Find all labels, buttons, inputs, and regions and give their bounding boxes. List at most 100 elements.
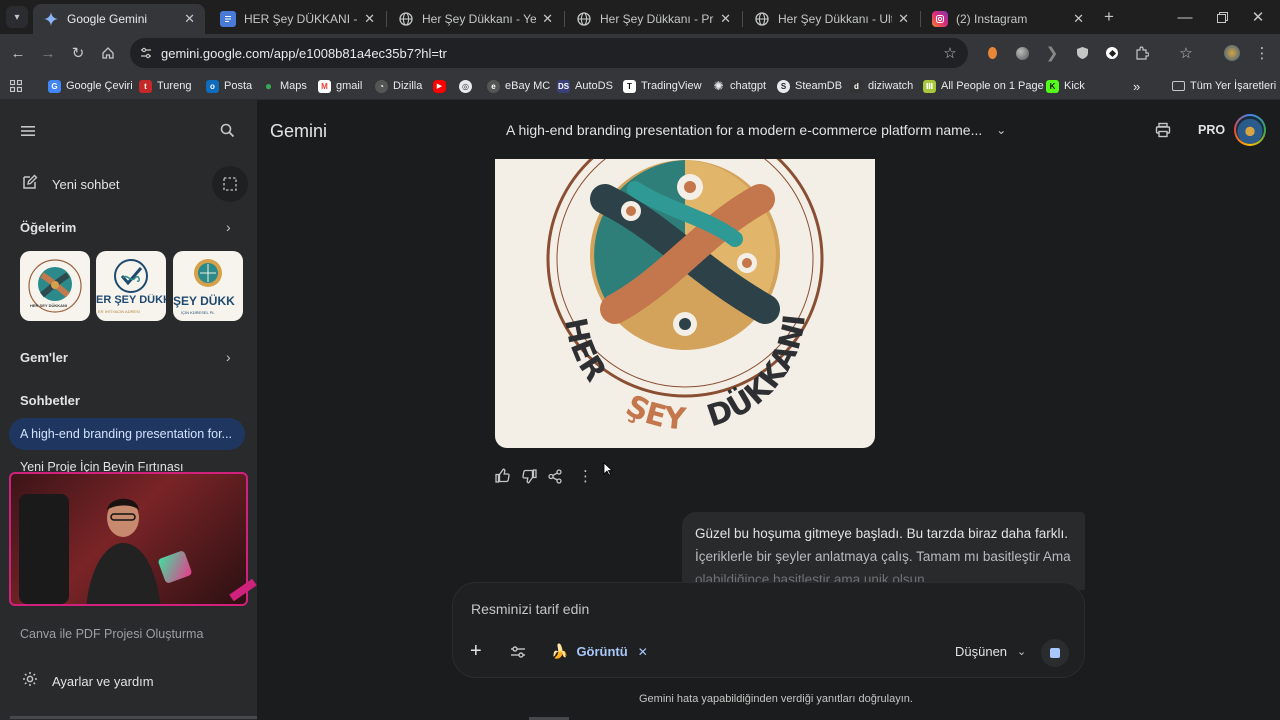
dizilla-icon: ◔: [375, 79, 388, 93]
thumb-text: HER ŞEY DÜKKANI: [30, 303, 68, 308]
extension-sphere-icon[interactable]: [1011, 42, 1033, 64]
tab-search-chevron-icon[interactable]: ▾: [6, 6, 28, 28]
app-name[interactable]: Gemini: [270, 121, 327, 142]
close-tab-icon[interactable]: ✕: [184, 11, 195, 27]
reload-icon[interactable]: ↻: [67, 42, 89, 64]
apps-grid-icon[interactable]: [5, 75, 27, 97]
instagram-icon: [932, 11, 948, 27]
chat-item[interactable]: Canva ile PDF Projesi Oluşturma: [20, 627, 203, 641]
svg-text:HER: HER: [557, 315, 613, 388]
new-chat-button[interactable]: Yeni sohbet: [14, 170, 204, 198]
bookmark-youtube[interactable]: ▶: [433, 77, 451, 95]
tab-yeni-kon[interactable]: Her Şey Dükkanı - Yeni Kon ✕: [388, 4, 563, 34]
extension-shield-icon[interactable]: [1071, 42, 1093, 64]
user-message-line: İçeriklerle bir şeyler anlatmaya çalış. …: [695, 549, 1071, 564]
search-icon[interactable]: [220, 123, 235, 143]
bookmark-chatgpt[interactable]: ✺ chatgpt: [712, 77, 766, 95]
minimize-icon[interactable]: —: [1174, 6, 1196, 28]
remove-chip-icon[interactable]: ✕: [638, 645, 648, 659]
webcam-chair: [19, 494, 69, 604]
user-message-line: Güzel bu hoşuma gitmeye başladı. Bu tarz…: [695, 526, 1068, 541]
print-icon[interactable]: [1155, 122, 1171, 143]
extensions-puzzle-icon[interactable]: [1131, 42, 1153, 64]
thumbs-down-icon[interactable]: [522, 469, 537, 489]
chevron-right-icon[interactable]: ›: [226, 219, 231, 235]
bookmark-steamdb[interactable]: S SteamDB: [777, 77, 842, 95]
conversation-title-dropdown[interactable]: A high-end branding presentation for a m…: [506, 122, 1006, 138]
chat-item-active[interactable]: A high-end branding presentation for...: [9, 418, 245, 450]
extension-orange-icon[interactable]: [981, 42, 1003, 64]
prompt-input[interactable]: Resminizi tarif edin: [471, 601, 1061, 623]
my-items-heading[interactable]: Öğelerim: [20, 220, 76, 235]
tab-divider: [386, 11, 387, 27]
extension-arrow-icon[interactable]: ❯: [1041, 42, 1063, 64]
temporary-chat-icon[interactable]: [212, 166, 248, 202]
close-tab-icon[interactable]: ✕: [1073, 11, 1084, 27]
globe-icon: [576, 11, 592, 27]
tab-premium[interactable]: Her Şey Dükkanı - Premium ✕: [566, 4, 741, 34]
forward-icon[interactable]: →: [37, 42, 59, 64]
model-mode-selector[interactable]: Düşünen ⌄: [955, 644, 1026, 659]
tab-google-gemini[interactable]: Google Gemini ✕: [33, 4, 205, 34]
add-attachment-icon[interactable]: +: [470, 641, 482, 661]
all-bookmarks-folder[interactable]: Tüm Yer İşaretleri: [1172, 77, 1276, 95]
tools-sliders-icon[interactable]: [510, 645, 526, 664]
close-tab-icon[interactable]: ✕: [898, 11, 909, 27]
stop-generation-button[interactable]: [1041, 639, 1069, 667]
back-icon[interactable]: ←: [7, 42, 29, 64]
hamburger-menu-icon[interactable]: [21, 124, 39, 138]
image-tool-chip[interactable]: 🍌 Görüntü ✕: [551, 643, 648, 660]
bookmark-tradingview[interactable]: T TradingView: [623, 77, 702, 95]
address-bar[interactable]: gemini.google.com/app/e1008b81a4ec35b7?h…: [130, 38, 968, 68]
more-options-icon[interactable]: ⋮: [578, 467, 593, 485]
close-tab-icon[interactable]: ✕: [542, 11, 553, 27]
bookmark-openai-circle[interactable]: ◎: [459, 77, 477, 95]
bookmark-maps[interactable]: ● Maps: [262, 77, 307, 95]
bookmark-autods[interactable]: DS AutoDS: [557, 77, 613, 95]
new-tab-icon[interactable]: +: [1098, 6, 1120, 28]
bookmark-gmail[interactable]: Mgmail: [318, 77, 362, 95]
bookmark-google-ceviri[interactable]: G Google Çeviri: [48, 77, 133, 95]
tab-belge[interactable]: HER Şey DÜKKANI - Belge ✕: [210, 4, 385, 34]
diziwatch-icon: d: [850, 79, 863, 93]
bookmark-ebay-mc[interactable]: e eBay MC: [487, 77, 550, 95]
bookmark-tureng[interactable]: t Tureng: [139, 77, 191, 95]
close-tab-icon[interactable]: ✕: [364, 11, 375, 27]
home-icon[interactable]: [97, 42, 119, 64]
url-text: gemini.google.com/app/e1008b81a4ec35b7?h…: [161, 46, 447, 61]
site-info-icon[interactable]: [135, 42, 157, 64]
tradingview-icon: T: [623, 79, 636, 93]
bookmarks-manager-icon[interactable]: ☆: [1175, 42, 1197, 64]
share-icon[interactable]: [548, 469, 562, 489]
bookmark-all-people[interactable]: Ⅲ All People on 1 Page: [923, 77, 1044, 95]
extension-diamond-icon[interactable]: [1101, 42, 1123, 64]
item-thumbnail-logo-2[interactable]: ER ŞEY DÜKK ER İHTİYACIN ADRESİ: [96, 251, 166, 321]
restore-icon[interactable]: [1211, 6, 1233, 28]
bookmark-star-icon[interactable]: ☆: [939, 42, 961, 64]
bookmark-diziwatch[interactable]: d diziwatch: [850, 77, 913, 95]
user-message-bubble: Güzel bu hoşuma gitmeye başladı. Bu tarz…: [682, 512, 1085, 590]
chevron-right-icon[interactable]: ›: [226, 349, 231, 365]
more-bookmarks-icon[interactable]: »: [1133, 77, 1140, 95]
mouse-cursor-icon: [603, 462, 614, 481]
sidebar: Yeni sohbet Öğelerim › HER ŞEY DÜKKANI E…: [0, 100, 280, 720]
item-thumbnail-logo-1[interactable]: HER ŞEY DÜKKANI: [20, 251, 90, 321]
item-thumbnail-logo-3[interactable]: ŞEY DÜKK İÇİN KÜRESEL PL: [173, 251, 243, 321]
generated-image[interactable]: HER ŞEY DÜKKANI: [495, 159, 875, 448]
browser-menu-icon[interactable]: ⋮: [1251, 42, 1273, 64]
settings-button[interactable]: Ayarlar ve yardım: [14, 667, 224, 695]
close-window-icon[interactable]: ✕: [1247, 6, 1269, 28]
tab-divider: [742, 11, 743, 27]
tab-title: (2) Instagram: [956, 12, 1028, 26]
tab-ultimate[interactable]: Her Şey Dükkanı - Ultimat ✕: [744, 4, 919, 34]
bookmark-kick[interactable]: K Kick: [1046, 77, 1085, 95]
her-sey-dukkani-logo: HER ŞEY DÜKKANI: [546, 159, 824, 438]
profile-avatar[interactable]: [1221, 42, 1243, 64]
bookmark-dizilla[interactable]: ◔ Dizilla: [375, 77, 422, 95]
thumbs-up-icon[interactable]: [495, 468, 510, 488]
tab-instagram[interactable]: (2) Instagram ✕: [922, 4, 1094, 34]
bookmark-posta[interactable]: o Posta: [206, 77, 252, 95]
account-avatar[interactable]: [1234, 114, 1266, 146]
close-tab-icon[interactable]: ✕: [720, 11, 731, 27]
gems-heading[interactable]: Gem'ler: [20, 350, 68, 365]
